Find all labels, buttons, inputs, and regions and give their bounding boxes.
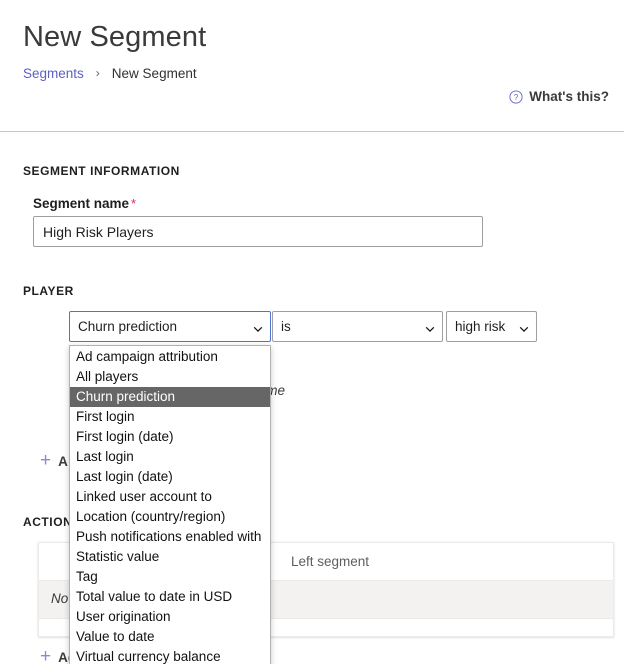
condition-operator-select[interactable]: is bbox=[272, 311, 443, 342]
whats-this-label: What's this? bbox=[529, 89, 609, 104]
column-header-left-segment: Left segment bbox=[291, 554, 370, 569]
chevron-down-icon bbox=[253, 322, 263, 332]
action-heading: ACTION bbox=[23, 515, 73, 529]
add-condition-label: A bbox=[58, 454, 68, 469]
dropdown-option[interactable]: Churn prediction bbox=[70, 387, 270, 407]
segment-name-input[interactable] bbox=[33, 216, 483, 247]
breadcrumb-current: New Segment bbox=[111, 66, 197, 81]
dropdown-option[interactable]: Total value to date in USD bbox=[70, 587, 270, 607]
whats-this-link[interactable]: ? What's this? bbox=[509, 89, 609, 104]
dropdown-option[interactable]: User origination bbox=[70, 607, 270, 627]
svg-text:?: ? bbox=[514, 93, 519, 102]
chevron-down-icon bbox=[519, 322, 529, 332]
plus-icon: + bbox=[40, 450, 52, 471]
dropdown-option[interactable]: Linked user account to bbox=[70, 487, 270, 507]
condition-value-value: high risk bbox=[455, 319, 506, 334]
add-condition-link[interactable]: + A bbox=[40, 450, 68, 471]
attribute-dropdown-list[interactable]: Ad campaign attribution All players Churn … bbox=[69, 345, 271, 664]
segment-name-label: Segment name * bbox=[33, 196, 136, 211]
dropdown-option[interactable]: First login (date) bbox=[70, 427, 270, 447]
help-circle-icon: ? bbox=[509, 89, 523, 104]
dropdown-option[interactable]: First login bbox=[70, 407, 270, 427]
condition-operator-value: is bbox=[281, 319, 291, 334]
page-header: New Segment Segments › New Segment ? Wha… bbox=[0, 0, 624, 132]
chevron-down-icon bbox=[425, 322, 435, 332]
condition-attribute-value: Churn prediction bbox=[78, 319, 178, 334]
dropdown-option[interactable]: Push notifications enabled with bbox=[70, 527, 270, 547]
condition-attribute-select[interactable]: Churn prediction bbox=[69, 311, 271, 342]
page-title: New Segment bbox=[23, 21, 207, 53]
dropdown-option[interactable]: All players bbox=[70, 367, 270, 387]
player-heading: PLAYER bbox=[23, 284, 74, 298]
new-segment-page: New Segment Segments › New Segment ? Wha… bbox=[0, 0, 624, 664]
dropdown-option[interactable]: Value to date bbox=[70, 627, 270, 647]
breadcrumb-separator-icon: › bbox=[95, 66, 100, 80]
dropdown-option[interactable]: Location (country/region) bbox=[70, 507, 270, 527]
condition-value-select[interactable]: high risk bbox=[446, 311, 537, 342]
required-marker: * bbox=[131, 196, 137, 211]
plus-icon: + bbox=[40, 646, 52, 664]
dropdown-option[interactable]: Last login (date) bbox=[70, 467, 270, 487]
dropdown-option[interactable]: Last login bbox=[70, 447, 270, 467]
dropdown-option[interactable]: Tag bbox=[70, 567, 270, 587]
breadcrumb: Segments › New Segment bbox=[23, 64, 197, 83]
segment-name-label-text: Segment name bbox=[33, 196, 130, 211]
dropdown-option[interactable]: Virtual currency balance bbox=[70, 647, 270, 664]
dropdown-option[interactable]: Statistic value bbox=[70, 547, 270, 567]
segment-information-heading: SEGMENT INFORMATION bbox=[23, 164, 180, 178]
dropdown-option[interactable]: Ad campaign attribution bbox=[70, 347, 270, 367]
breadcrumb-link-segments[interactable]: Segments bbox=[23, 64, 84, 83]
